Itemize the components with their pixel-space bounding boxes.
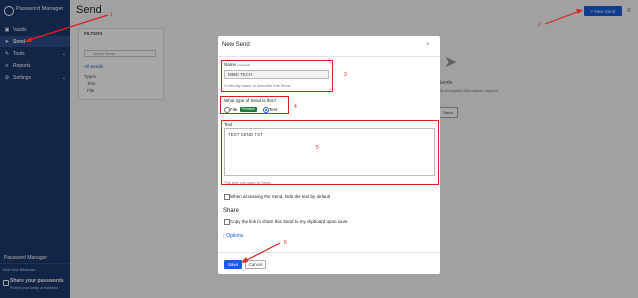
arrow-head xyxy=(241,257,248,263)
arrow-head xyxy=(24,37,32,42)
annotation-arrows xyxy=(24,9,583,263)
arrow-line xyxy=(242,242,281,263)
arrow-head xyxy=(576,9,583,14)
arrow-line xyxy=(25,14,109,42)
arrow-line xyxy=(544,10,581,25)
